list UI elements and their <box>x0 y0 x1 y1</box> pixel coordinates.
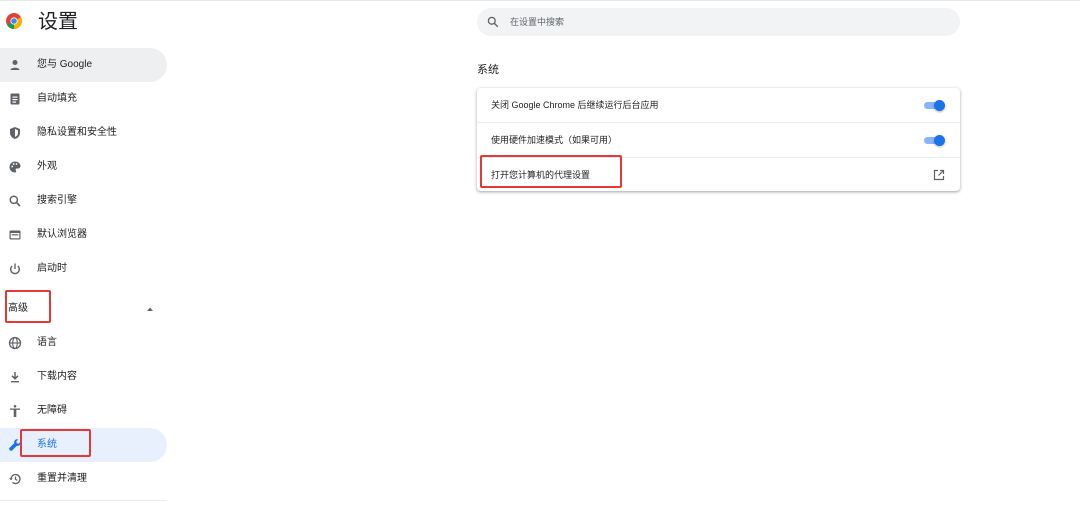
sidebar-item-you-and-google[interactable]: 您与 Google <box>0 48 167 82</box>
sidebar-item-default-browser[interactable]: 默认浏览器 <box>0 218 167 252</box>
shield-icon <box>10 127 20 139</box>
sidebar-item-label: 您与 Google <box>37 59 93 70</box>
annotation-box-proxy <box>480 155 622 188</box>
browser-icon <box>9 230 21 240</box>
person-icon <box>10 60 20 70</box>
palette-icon <box>9 161 21 173</box>
sidebar-item-appearance[interactable]: 外观 <box>0 150 167 184</box>
external-link-icon[interactable] <box>932 168 946 182</box>
sidebar-item-label: 重置并清理 <box>37 473 87 484</box>
chrome-logo-icon <box>6 13 22 29</box>
sidebar-item-accessibility[interactable]: 无障碍 <box>0 394 167 428</box>
accessibility-icon <box>10 405 20 417</box>
annotation-box-advanced <box>5 290 51 323</box>
sidebar-item-privacy[interactable]: 隐私设置和安全性 <box>0 116 167 150</box>
sidebar-divider <box>0 500 167 501</box>
clipboard-icon <box>10 93 20 105</box>
sidebar-item-label: 启动时 <box>37 263 67 274</box>
power-icon <box>10 263 20 275</box>
sidebar-item-downloads[interactable]: 下载内容 <box>0 360 167 394</box>
setting-row-background-apps[interactable]: 关闭 Google Chrome 后继续运行后台应用 <box>477 88 960 122</box>
hardware-acceleration-toggle[interactable] <box>922 134 946 146</box>
sidebar-item-label: 无障碍 <box>37 405 67 416</box>
sidebar-item-search-engine[interactable]: 搜索引擎 <box>0 184 167 218</box>
sidebar-item-label: 默认浏览器 <box>37 229 87 240</box>
setting-label: 关闭 Google Chrome 后继续运行后台应用 <box>491 100 659 110</box>
search-icon <box>9 195 21 207</box>
sidebar-item-label: 自动填充 <box>37 93 77 104</box>
sidebar-item-label: 语言 <box>37 337 57 348</box>
sidebar-item-label: 隐私设置和安全性 <box>37 127 117 138</box>
sidebar-item-autofill[interactable]: 自动填充 <box>0 82 167 116</box>
sidebar-item-label: 搜索引擎 <box>37 195 77 206</box>
setting-row-hardware-acceleration[interactable]: 使用硬件加速模式（如果可用） <box>477 122 960 157</box>
section-title: 系统 <box>477 64 499 76</box>
sidebar-item-label: 外观 <box>37 161 57 172</box>
sidebar-item-label: 下载内容 <box>37 371 77 382</box>
sidebar-item-on-startup[interactable]: 启动时 <box>0 252 167 286</box>
search-input[interactable]: 在设置中搜索 <box>477 8 960 36</box>
search-icon <box>487 16 499 28</box>
download-icon <box>11 372 19 383</box>
background-apps-toggle[interactable] <box>922 99 946 111</box>
sidebar-item-reset[interactable]: 重置并清理 <box>0 462 167 496</box>
annotation-box-system <box>20 429 91 457</box>
sidebar-item-languages[interactable]: 语言 <box>0 326 167 360</box>
globe-icon <box>8 336 22 350</box>
restore-icon <box>9 473 21 485</box>
setting-label: 使用硬件加速模式（如果可用） <box>491 135 618 145</box>
toggle-knob <box>934 100 945 111</box>
page-title: 设置 <box>38 11 78 33</box>
toggle-knob <box>934 135 945 146</box>
search-placeholder: 在设置中搜索 <box>510 17 565 27</box>
caret-up-icon <box>147 307 153 311</box>
